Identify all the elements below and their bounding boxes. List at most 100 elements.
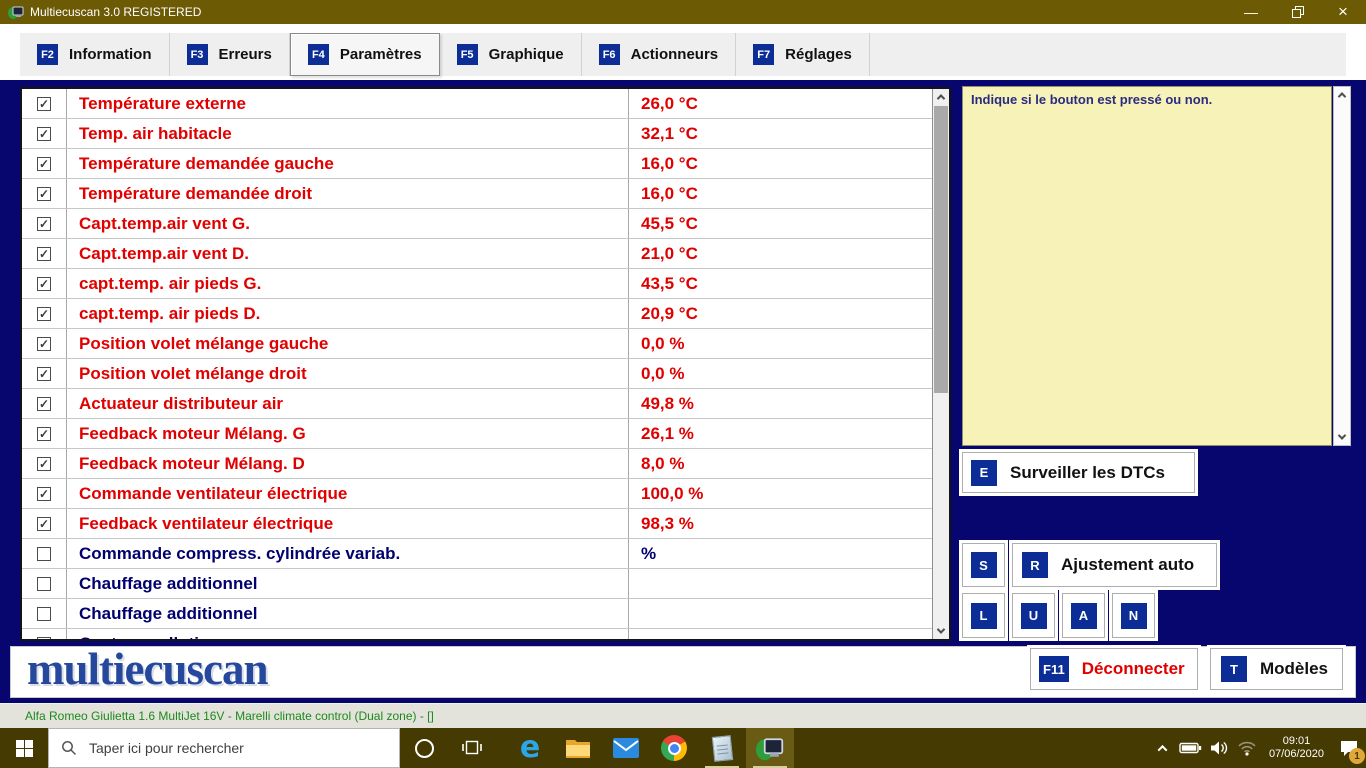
table-row: ✓ Commande ventilateur électrique 100,0 … (22, 479, 932, 509)
row-checkbox[interactable]: ✓ (37, 486, 51, 501)
row-checkbox[interactable] (37, 546, 51, 561)
taskbar-app-edge[interactable]: e (506, 728, 554, 768)
disconnect-button[interactable]: F11 Déconnecter (1030, 648, 1198, 690)
taskbar-app-multiecuscan[interactable] (746, 728, 794, 768)
taskbar-search[interactable] (48, 728, 400, 768)
key-badge-r: R (1022, 552, 1048, 578)
row-checkbox[interactable] (37, 606, 51, 621)
scroll-up-icon[interactable] (933, 89, 949, 105)
parameter-name: Capt.temp.air vent G. (67, 209, 629, 238)
taskbar-app-notepad[interactable] (698, 728, 746, 768)
row-checkbox[interactable]: ✓ (37, 156, 51, 171)
models-button[interactable]: T Modèles (1210, 648, 1343, 690)
tab-graphique[interactable]: F5 Graphique (440, 33, 582, 76)
parameter-name: Commande compress. cylindrée variab. (67, 539, 629, 568)
cortana-button[interactable] (400, 728, 448, 768)
taskbar-app-explorer[interactable] (554, 728, 602, 768)
taskbar-app-chrome[interactable] (650, 728, 698, 768)
key-badge-u: U (1020, 602, 1047, 629)
task-view-button[interactable] (448, 728, 496, 768)
multiecuscan-logo: multiecuscan (27, 644, 268, 694)
windows-logo-icon (15, 739, 33, 757)
tab-réglages[interactable]: F7 Réglages (736, 33, 870, 76)
parameter-name: Commande ventilateur électrique (67, 479, 629, 508)
row-checkbox[interactable]: ✓ (37, 456, 51, 471)
info-panel-scrollbar[interactable] (1333, 86, 1351, 446)
tray-expand-button[interactable] (1149, 728, 1177, 768)
row-checkbox[interactable]: ✓ (37, 186, 51, 201)
row-checkbox[interactable]: ✓ (37, 426, 51, 441)
network-status[interactable] (1233, 728, 1261, 768)
row-checkbox[interactable] (37, 636, 51, 639)
info-panel: Indique si le bouton est pressé ou non. (962, 86, 1332, 446)
parameter-value: 32,1 °C (641, 124, 698, 143)
tab-paramètres[interactable]: F4 Paramètres (289, 33, 440, 76)
key-button-a[interactable]: A (1062, 593, 1105, 638)
parameter-value: 26,0 °C (641, 94, 698, 113)
key-badge-f11: F11 (1039, 656, 1069, 682)
key-badge-e: E (971, 459, 997, 486)
scrollbar-thumb[interactable] (934, 106, 948, 393)
taskbar-app-mail[interactable] (602, 728, 650, 768)
parameter-value: 0,0 % (641, 364, 685, 383)
close-button[interactable]: × (1320, 0, 1366, 24)
restore-button[interactable] (1274, 0, 1320, 24)
row-checkbox[interactable]: ✓ (37, 96, 51, 111)
key-badge-l: L (970, 602, 997, 629)
search-input[interactable] (87, 739, 367, 757)
table-row: ✓ Position volet mélange gauche 0,0 % (22, 329, 932, 359)
auto-adjust-button[interactable]: R Ajustement auto (1012, 543, 1217, 587)
tab-information[interactable]: F2 Information (20, 33, 170, 76)
battery-icon (1179, 742, 1202, 754)
parameter-name: Position volet mélange gauche (67, 329, 629, 358)
taskbar: e (0, 728, 1366, 768)
chevron-up-icon (1157, 744, 1168, 755)
minimize-button[interactable]: — (1228, 0, 1274, 24)
key-button-l[interactable]: L (962, 593, 1005, 638)
table-row: ✓ capt.temp. air pieds D. 20,9 °C (22, 299, 932, 329)
info-scroll-up-icon[interactable] (1334, 87, 1350, 103)
screen: Multiecuscan 3.0 REGISTERED — × F2 Infor… (0, 0, 1366, 768)
row-checkbox[interactable]: ✓ (37, 126, 51, 141)
parameter-value (629, 569, 932, 598)
table-row: ✓ Température demandée droit 16,0 °C (22, 179, 932, 209)
row-checkbox[interactable]: ✓ (37, 366, 51, 381)
parameter-name: Capteur pollution (67, 629, 629, 639)
table-row: Chauffage additionnel (22, 599, 932, 629)
row-checkbox[interactable]: ✓ (37, 336, 51, 351)
parameter-value: 100,0 % (641, 484, 704, 503)
start-button[interactable] (0, 728, 48, 768)
row-checkbox[interactable]: ✓ (37, 306, 51, 321)
s-key-button[interactable]: S (962, 543, 1005, 587)
status-bar: Alfa Romeo Giulietta 1.6 MultiJet 16V - … (0, 703, 1366, 728)
status-text: Alfa Romeo Giulietta 1.6 MultiJet 16V - … (25, 709, 434, 723)
chrome-icon (661, 735, 687, 761)
battery-status[interactable] (1177, 728, 1205, 768)
volume-status[interactable] (1205, 728, 1233, 768)
scroll-down-icon[interactable] (933, 623, 949, 639)
parameter-value: 26,1 % (641, 424, 694, 443)
key-button-u[interactable]: U (1012, 593, 1055, 638)
table-row: ✓ Feedback moteur Mélang. D 8,0 % (22, 449, 932, 479)
action-center-button[interactable]: 1 (1332, 728, 1366, 768)
row-checkbox[interactable]: ✓ (37, 516, 51, 531)
row-checkbox[interactable] (37, 576, 51, 591)
parameter-name: Feedback ventilateur électrique (67, 509, 629, 538)
row-checkbox[interactable]: ✓ (37, 216, 51, 231)
clock-time: 09:01 (1282, 735, 1311, 747)
parameter-name: Capt.temp.air vent D. (67, 239, 629, 268)
tab-actionneurs[interactable]: F6 Actionneurs (582, 33, 737, 76)
parameter-name: Chauffage additionnel (67, 599, 629, 628)
monitor-dtcs-button[interactable]: E Surveiller les DTCs (962, 452, 1195, 493)
info-scroll-down-icon[interactable] (1334, 429, 1350, 445)
search-icon (62, 741, 77, 756)
parameter-name: Temp. air habitacle (67, 119, 629, 148)
parameter-value: 49,8 % (641, 394, 694, 413)
clock[interactable]: 09:01 07/06/2020 (1261, 735, 1332, 761)
row-checkbox[interactable]: ✓ (37, 396, 51, 411)
row-checkbox[interactable]: ✓ (37, 246, 51, 261)
row-checkbox[interactable]: ✓ (37, 276, 51, 291)
key-button-n[interactable]: N (1112, 593, 1155, 638)
tab-erreurs[interactable]: F3 Erreurs (170, 33, 290, 76)
table-scrollbar[interactable] (932, 89, 949, 639)
